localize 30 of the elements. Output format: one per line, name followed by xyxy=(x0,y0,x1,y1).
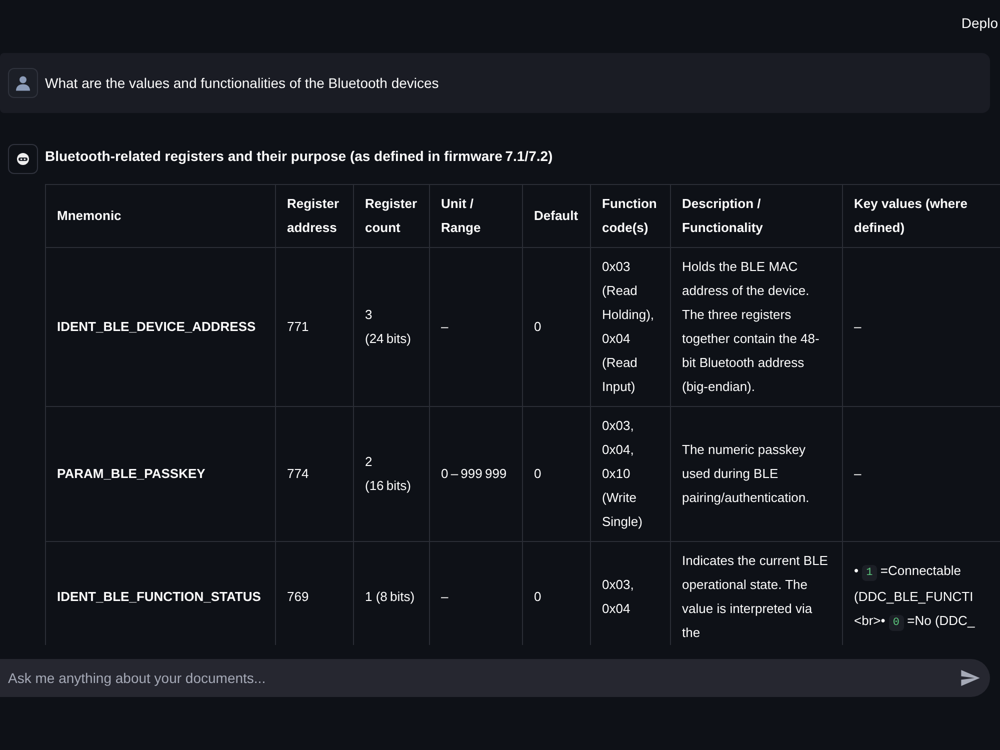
column-header: Unit / Range xyxy=(430,184,522,248)
column-header: Key values (where defined) xyxy=(842,184,1000,248)
robot-face-icon xyxy=(8,144,38,174)
column-header: Description / Functionality xyxy=(670,184,842,248)
table-cell: IDENT_BLE_FUNCTION_STATUS xyxy=(46,542,276,645)
table-cell: IDENT_BLE_DEVICE_ADDRESS xyxy=(46,248,276,406)
column-header: Register address xyxy=(276,184,354,248)
chat-input[interactable]: Ask me anything about your documents... xyxy=(0,659,990,697)
table-cell: 0x03, 0x04, 0x10 (Write Single) xyxy=(590,406,670,542)
table-cell: – xyxy=(430,248,522,406)
send-icon[interactable] xyxy=(961,670,980,686)
column-header: Mnemonic xyxy=(46,184,276,248)
column-header: Function code(s) xyxy=(590,184,670,248)
message-text: What are the values and functionalities of the Bluetooth devices xyxy=(45,74,439,93)
table-cell: 0x03 (Read Holding), 0x04 (Read Input) xyxy=(590,248,670,406)
message-heading: Bluetooth-related registers and their purpose (as defined in firmware 7.1/7.2) xyxy=(45,147,554,166)
table-cell: 774 xyxy=(276,406,354,542)
table-cell: 0 xyxy=(522,248,590,406)
table-cell: The numeric passkey used during BLE pairing/authentication. xyxy=(670,406,842,542)
table-cell: Holds the BLE MAC address of the device. The three registers together contain the 48-bit Bluetooth address (big-endian). xyxy=(670,248,842,406)
table-cell: 0 – 999 999 xyxy=(430,406,522,542)
header-button[interactable]: Deplo xyxy=(961,14,998,32)
table-cell: PARAM_BLE_PASSKEY xyxy=(46,406,276,542)
column-header: Register count xyxy=(354,184,430,248)
column-header: Default xyxy=(522,184,590,248)
table-cell: 771 xyxy=(276,248,354,406)
table-cell: 0 xyxy=(522,406,590,542)
table-cell: 2 (16 bits) xyxy=(354,406,430,542)
person-icon xyxy=(8,68,38,98)
table-cell: 3 (24 bits) xyxy=(354,248,430,406)
